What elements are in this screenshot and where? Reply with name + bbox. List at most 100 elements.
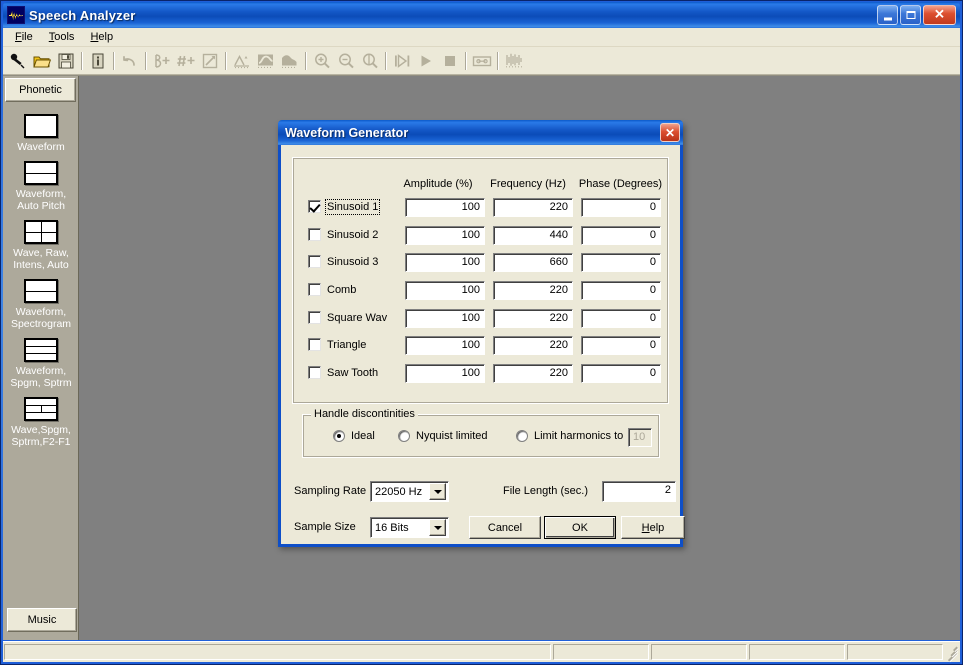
sidebar-tab-phonetic[interactable]: Phonetic: [5, 78, 76, 102]
menu-item-tools-rest: ools: [54, 31, 75, 43]
play-icon[interactable]: [414, 49, 438, 73]
amplitude-input-sinusoid-1[interactable]: 100: [405, 198, 485, 217]
radio-ideal[interactable]: Ideal: [333, 430, 375, 442]
zoom-in-icon[interactable]: [310, 49, 334, 73]
dialog-close-button[interactable]: ✕: [660, 123, 680, 142]
sample-size-select[interactable]: 16 Bits: [370, 517, 449, 538]
spectrum-icon[interactable]: [278, 49, 302, 73]
radio-label: Nyquist limited: [416, 430, 488, 442]
row-label: Comb: [327, 283, 357, 296]
row-label: Sinusoid 2: [327, 228, 379, 241]
amplitude-input-sinusoid-3[interactable]: 100: [405, 253, 485, 272]
frequency-input-sinusoid-1[interactable]: 220: [493, 198, 573, 217]
file-info-icon[interactable]: [86, 49, 110, 73]
resize-grip-icon[interactable]: [944, 643, 960, 662]
cancel-button[interactable]: Cancel: [469, 516, 541, 539]
zoom-fit-icon[interactable]: [358, 49, 382, 73]
ok-button[interactable]: OK: [544, 516, 616, 539]
maximize-button[interactable]: [900, 5, 921, 25]
add-phonetic-icon[interactable]: [150, 49, 174, 73]
amplitude-input-saw-tooth[interactable]: 100: [405, 364, 485, 383]
phase-input-sinusoid-1[interactable]: 0: [581, 198, 661, 217]
undo-icon[interactable]: [118, 49, 142, 73]
phase-input-saw-tooth[interactable]: 0: [581, 364, 661, 383]
row-checkbox-sinusoid-2[interactable]: Sinusoid 2: [308, 228, 378, 241]
add-tone-number-icon[interactable]: [174, 49, 198, 73]
row-checkbox-sinusoid-3[interactable]: Sinusoid 3: [308, 255, 378, 268]
sample-size-value: 16 Bits: [375, 521, 409, 534]
row-checkbox-comb[interactable]: Comb: [308, 283, 356, 296]
maximize-icon: [906, 11, 915, 19]
stop-icon[interactable]: [438, 49, 462, 73]
status-pane-3: [749, 644, 845, 660]
sidebar-item-wave-spgm-sptrm-f2f1[interactable]: Wave,Spgm, Sptrm,F2-F1: [3, 397, 78, 448]
sidebar-item-waveform-spgm-sptrm[interactable]: Waveform, Spgm, Sptrm: [3, 338, 78, 389]
amplitude-input-comb[interactable]: 100: [405, 281, 485, 300]
harmonics-limit-input[interactable]: 10: [628, 428, 652, 447]
status-pane-message: [4, 644, 551, 660]
file-length-input[interactable]: 2: [602, 481, 676, 502]
frequency-input-saw-tooth[interactable]: 220: [493, 364, 573, 383]
row-checkbox-saw-tooth[interactable]: Saw Tooth: [308, 366, 378, 379]
help-button[interactable]: Help: [621, 516, 685, 539]
waveform-analysis-icon[interactable]: [502, 49, 526, 73]
sidebar-item-label: Waveform, Spgm, Sptrm: [10, 365, 72, 389]
layout-4-quadrants-icon: [24, 220, 58, 244]
sidebar-item-label: Waveform: [17, 141, 65, 153]
close-button[interactable]: ✕: [923, 5, 956, 25]
sidebar-item-waveform[interactable]: Waveform: [3, 114, 78, 153]
frequency-input-triangle[interactable]: 220: [493, 336, 573, 355]
player-icon[interactable]: [470, 49, 494, 73]
save-file-icon[interactable]: [54, 49, 78, 73]
sidebar-tab-music[interactable]: Music: [7, 608, 77, 632]
row-checkbox-sinusoid-1[interactable]: Sinusoid 1: [308, 198, 381, 215]
toolbar-separator: [225, 51, 227, 70]
sidebar-item-wave-raw-intens-auto[interactable]: Wave, Raw, Intens, Auto: [3, 220, 78, 271]
chevron-down-icon[interactable]: [429, 483, 446, 500]
sidebar-item-waveform-auto-pitch[interactable]: Waveform, Auto Pitch: [3, 161, 78, 212]
dialog-body: Amplitude (%) Frequency (Hz) Phase (Degr…: [281, 145, 685, 544]
waveform-generator-dialog: Waveform Generator ✕ Amplitude (%) Frequ…: [278, 120, 685, 547]
menu-item-help[interactable]: Help: [82, 29, 121, 45]
zoom-out-icon[interactable]: [334, 49, 358, 73]
sidebar-item-waveform-spectrogram[interactable]: Waveform, Spectrogram: [3, 279, 78, 330]
phase-input-sinusoid-3[interactable]: 0: [581, 253, 661, 272]
sidebar-tab-phonetic-label: Phonetic: [19, 84, 62, 96]
amplitude-input-square-wav[interactable]: 100: [405, 309, 485, 328]
sidebar-item-label: Waveform, Auto Pitch: [15, 188, 67, 212]
open-file-icon[interactable]: [30, 49, 54, 73]
row-checkbox-square-wav[interactable]: Square Wav: [308, 311, 387, 324]
phase-input-sinusoid-2[interactable]: 0: [581, 226, 661, 245]
radio-limit-harmonics[interactable]: Limit harmonics to: [516, 430, 623, 442]
play-segment-icon[interactable]: [390, 49, 414, 73]
radio-icon: [516, 430, 528, 442]
row-checkbox-triangle[interactable]: Triangle: [308, 338, 366, 351]
phase-input-square-wav[interactable]: 0: [581, 309, 661, 328]
phase-input-comb[interactable]: 0: [581, 281, 661, 300]
menu-item-help-rest: elp: [98, 31, 114, 43]
checkbox-icon: [308, 255, 321, 268]
frequency-input-sinusoid-2[interactable]: 440: [493, 226, 573, 245]
menu-item-file[interactable]: File: [7, 29, 41, 45]
window-title: Speech Analyzer: [29, 7, 136, 23]
sidebar-layout-list: Waveform Waveform, Auto Pitch Wave, Raw,…: [3, 106, 78, 604]
phase-input-triangle[interactable]: 0: [581, 336, 661, 355]
record-icon[interactable]: [6, 49, 30, 73]
radio-nyquist-limited[interactable]: Nyquist limited: [398, 430, 488, 442]
amplitude-input-triangle[interactable]: 100: [405, 336, 485, 355]
toolbar: [3, 47, 960, 75]
sidebar: Phonetic Waveform Waveform, Auto Pitch W…: [3, 76, 79, 640]
frequency-input-sinusoid-3[interactable]: 660: [493, 253, 573, 272]
toolbar-separator: [113, 51, 115, 70]
spectrogram-icon[interactable]: [254, 49, 278, 73]
pitch-graph-icon[interactable]: [230, 49, 254, 73]
minimize-button[interactable]: [877, 5, 898, 25]
row-label: Saw Tooth: [327, 366, 379, 379]
frequency-input-comb[interactable]: 220: [493, 281, 573, 300]
frequency-input-square-wav[interactable]: 220: [493, 309, 573, 328]
chevron-down-icon[interactable]: [429, 519, 446, 536]
menu-item-tools[interactable]: Tools: [41, 29, 83, 45]
edit-transcription-icon[interactable]: [198, 49, 222, 73]
amplitude-input-sinusoid-2[interactable]: 100: [405, 226, 485, 245]
sampling-rate-select[interactable]: 22050 Hz: [370, 481, 449, 502]
